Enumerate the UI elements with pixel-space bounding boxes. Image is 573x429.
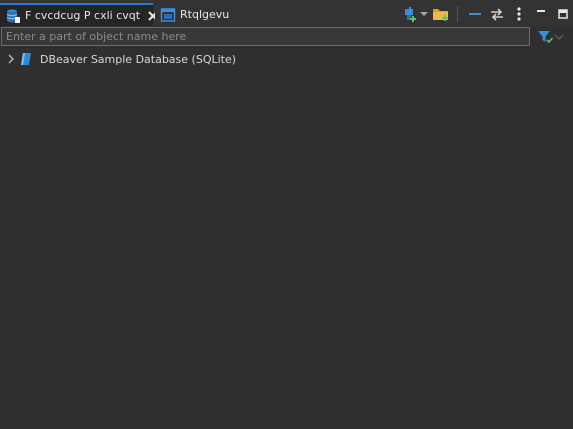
view-menu-icon — [517, 7, 521, 21]
tree-item[interactable]: DBeaver Sample Database (SQLite) — [0, 50, 573, 68]
filter-settings-button[interactable] — [537, 29, 567, 45]
new-folder-icon — [433, 9, 448, 21]
tree-item-label: DBeaver Sample Database (SQLite) — [40, 52, 237, 66]
collapse-all-icon — [469, 13, 481, 15]
view-tab-bar: F cvcdcug P cxli cvqt Rtqlgevu — [0, 0, 573, 26]
new-folder-button[interactable] — [431, 5, 451, 23]
tab-database-navigator[interactable]: F cvcdcug P cxli cvqt — [0, 3, 158, 26]
chevron-right-icon — [8, 54, 14, 64]
new-connection-button[interactable] — [399, 5, 419, 23]
navigator-tree: DBeaver Sample Database (SQLite) — [0, 50, 573, 68]
object-name-filter-input[interactable] — [1, 27, 530, 46]
sqlite-database-icon — [21, 53, 31, 65]
filter-row — [0, 26, 573, 48]
minimize-icon — [537, 10, 545, 12]
chevron-down-icon — [554, 34, 564, 40]
collapse-all-button[interactable] — [465, 5, 485, 23]
dropdown-arrow-icon — [420, 12, 428, 16]
database-navigator-view: F cvcdcug P cxli cvqt Rtqlgevu Enter a p… — [0, 0, 573, 429]
projects-icon — [160, 7, 176, 22]
database-navigator-icon — [6, 9, 20, 23]
maximize-icon — [558, 9, 568, 19]
toolbar-separator — [457, 6, 458, 22]
tab-projects[interactable]: Rtqlgevu — [155, 3, 235, 26]
filter-icon — [538, 31, 553, 44]
new-connection-icon — [405, 7, 416, 22]
tab-label: Rtqlgevu — [180, 8, 230, 21]
minimize-button[interactable] — [531, 5, 551, 23]
maximize-button[interactable] — [553, 5, 573, 23]
link-with-editor-icon — [491, 8, 503, 21]
link-with-editor-button[interactable] — [487, 5, 507, 23]
view-toolbar — [397, 4, 573, 24]
view-menu-button[interactable] — [509, 5, 529, 23]
tab-label: F cvcdcug P cxli cvqt — [25, 9, 141, 22]
expand-toggle[interactable] — [6, 54, 16, 64]
new-connection-dropdown[interactable] — [419, 5, 429, 23]
